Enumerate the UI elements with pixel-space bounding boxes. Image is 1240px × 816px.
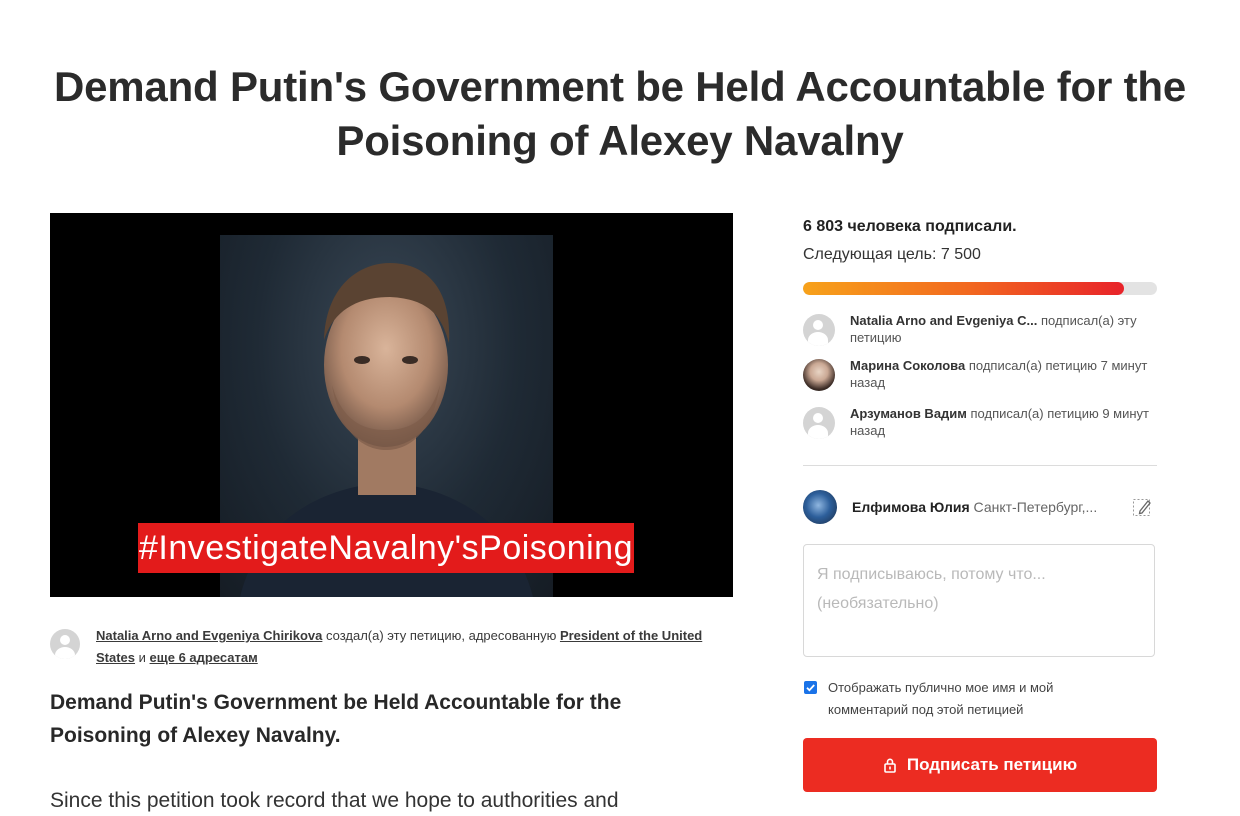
created-text: создал(а) эту петицию, адресованную [322, 628, 560, 643]
more-recipients-link[interactable]: еще 6 адресатам [150, 650, 258, 665]
current-user-text: Елфимова Юлия Санкт-Петербург,... [852, 499, 1097, 515]
signature-progress-fill [803, 282, 1125, 295]
petition-heading: Demand Putin's Government be Held Accoun… [50, 691, 622, 747]
display-publicly-checkbox[interactable] [804, 681, 817, 694]
petition-body-text: Since this petition took record that we … [50, 789, 619, 812]
hashtag-banner: #InvestigateNavalny'sPoisoning [138, 523, 634, 573]
user-avatar-icon [50, 629, 80, 659]
generic-user-icon [803, 407, 835, 439]
petition-hero-image: #InvestigateNavalny'sPoisoning [50, 213, 733, 597]
page-title: Demand Putin's Government be Held Accoun… [54, 63, 1186, 165]
sign-petition-button[interactable]: Подписать петицию [803, 738, 1157, 792]
signer-name: Natalia Arno and Evgeniya C... [850, 313, 1038, 328]
checkmark-icon [806, 684, 815, 692]
reason-textarea[interactable] [803, 544, 1155, 657]
recent-signer-item: Арзуманов Вадим подписал(а) петицию 9 ми… [803, 405, 1157, 445]
next-goal: Следующая цель: 7 500 [803, 246, 981, 263]
sign-button-label: Подписать петицию [906, 755, 1078, 774]
current-user-avatar-icon [803, 490, 837, 524]
creator-text: Natalia Arno and Evgeniya Chirikova созд… [96, 625, 736, 669]
edit-icon[interactable] [1132, 496, 1154, 518]
creator-link[interactable]: Natalia Arno and Evgeniya Chirikova [96, 628, 322, 643]
signer-text: Natalia Arno and Evgeniya C... подписал(… [850, 312, 1157, 346]
recent-signer-item: Марина Соколова подписал(а) петицию 7 ми… [803, 357, 1157, 397]
current-user-name: Елфимова Юлия [852, 499, 970, 515]
signer-text: Арзуманов Вадим подписал(а) петицию 9 ми… [850, 405, 1157, 439]
signature-progress-bar [803, 282, 1157, 295]
recent-signer-item: Natalia Arno and Evgeniya C... подписал(… [803, 312, 1157, 352]
signer-text: Марина Соколова подписал(а) петицию 7 ми… [850, 357, 1157, 391]
current-user-location: Санкт-Петербург,... [969, 499, 1098, 515]
user-photo-icon [803, 359, 835, 391]
and-text: и [135, 650, 150, 665]
signer-name: Марина Соколова [850, 358, 966, 373]
divider [803, 465, 1157, 466]
lock-icon [884, 758, 896, 773]
signer-name: Арзуманов Вадим [850, 406, 967, 421]
display-publicly-label: Отображать публично мое имя и мой коммен… [828, 680, 1054, 717]
signature-count: 6 803 человека подписали. [803, 218, 1017, 235]
generic-user-icon [803, 314, 835, 346]
current-user-row: Елфимова Юлия Санкт-Петербург,... [803, 490, 1157, 526]
